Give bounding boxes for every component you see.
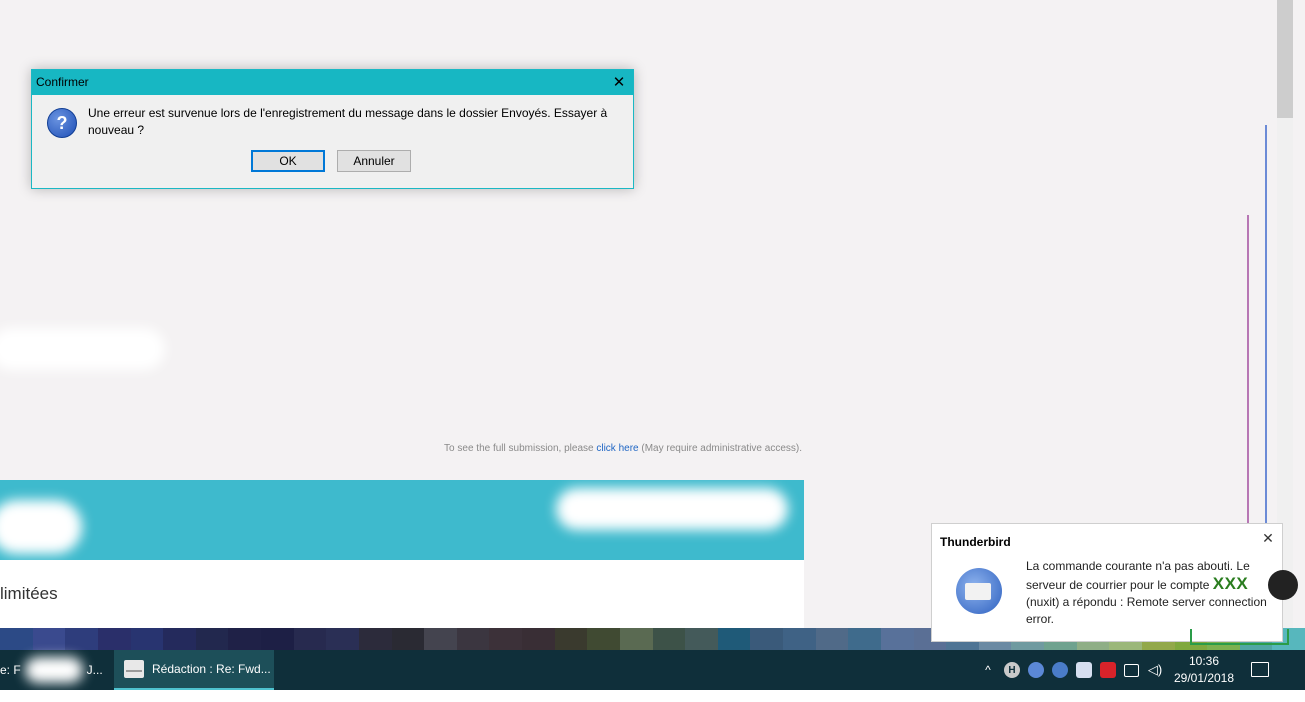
dialog-title-bar[interactable] xyxy=(32,70,633,95)
redacted-area xyxy=(24,657,83,683)
submission-prefix: To see the full submission, please xyxy=(444,443,597,454)
compose-icon xyxy=(124,660,144,678)
system-tray: ^ H ◁) xyxy=(980,650,1163,690)
screen-bottom xyxy=(0,690,1305,702)
question-icon: ? xyxy=(47,108,77,138)
click-here-link[interactable]: click here xyxy=(596,443,638,454)
taskbar-item-firefox[interactable]: e: F J... xyxy=(0,650,110,690)
taskbar: e: F J... Rédaction : Re: Fwd... ^ H ◁) … xyxy=(0,650,1305,690)
notification-message: La commande courante n'a pas abouti. Le … xyxy=(1026,558,1271,628)
redacted-area xyxy=(556,488,788,530)
h-icon[interactable]: H xyxy=(1004,662,1020,678)
volume-icon[interactable]: ◁) xyxy=(1147,662,1163,678)
avira-icon[interactable] xyxy=(1100,662,1116,678)
taskbar-item-label: e: F xyxy=(0,663,21,677)
lock-icon[interactable] xyxy=(1076,662,1092,678)
taskbar-item-label: Rédaction : Re: Fwd... xyxy=(152,662,271,676)
notification-title: Thunderbird xyxy=(940,535,1011,549)
action-center-icon[interactable] xyxy=(1251,662,1269,677)
dialog-message: Une erreur est survenue lors de l'enregi… xyxy=(88,106,608,137)
cancel-button[interactable]: Annuler xyxy=(337,150,411,172)
taskbar-item-label-suffix: J... xyxy=(86,663,103,677)
submission-note: To see the full submission, please click… xyxy=(0,443,802,454)
clock-time: 10:36 xyxy=(1188,654,1220,668)
confirm-dialog: Confirmer ✕ ? Une erreur est survenue lo… xyxy=(31,69,634,189)
clock[interactable]: 10:36 29/01/2018 xyxy=(1170,653,1238,687)
notification-message-text-2: (nuxit) a répondu : Remote server connec… xyxy=(1026,595,1267,626)
email-body-section xyxy=(0,560,804,628)
submission-suffix: (May require administrative access). xyxy=(638,443,802,454)
redacted-logo xyxy=(0,500,82,554)
ok-button[interactable]: OK xyxy=(251,150,325,172)
decorative-line xyxy=(1265,125,1267,525)
thunderbird-notification[interactable]: Thunderbird ✕ La commande courante n'a p… xyxy=(931,523,1283,642)
section-heading: limitées xyxy=(0,584,58,603)
chevron-up-icon[interactable]: ^ xyxy=(980,662,996,678)
decorative-frame xyxy=(1190,629,1289,645)
page-scrollbar-thumb[interactable] xyxy=(1277,0,1293,118)
close-icon[interactable]: ✕ xyxy=(1260,530,1276,546)
redacted-area xyxy=(0,328,165,370)
thunderbird-tray-icon-2[interactable] xyxy=(1052,662,1068,678)
edge-widget[interactable] xyxy=(1268,570,1298,600)
dialog-title: Confirmer xyxy=(36,75,89,89)
thunderbird-icon xyxy=(956,568,1002,614)
decorative-line xyxy=(1247,215,1249,525)
thunderbird-tray-icon[interactable] xyxy=(1028,662,1044,678)
taskbar-item-redaction[interactable]: Rédaction : Re: Fwd... xyxy=(114,650,274,690)
account-name: XXX xyxy=(1212,574,1249,593)
close-icon[interactable]: ✕ xyxy=(608,71,630,93)
clock-date: 29/01/2018 xyxy=(1173,671,1235,685)
network-icon[interactable] xyxy=(1124,663,1139,677)
